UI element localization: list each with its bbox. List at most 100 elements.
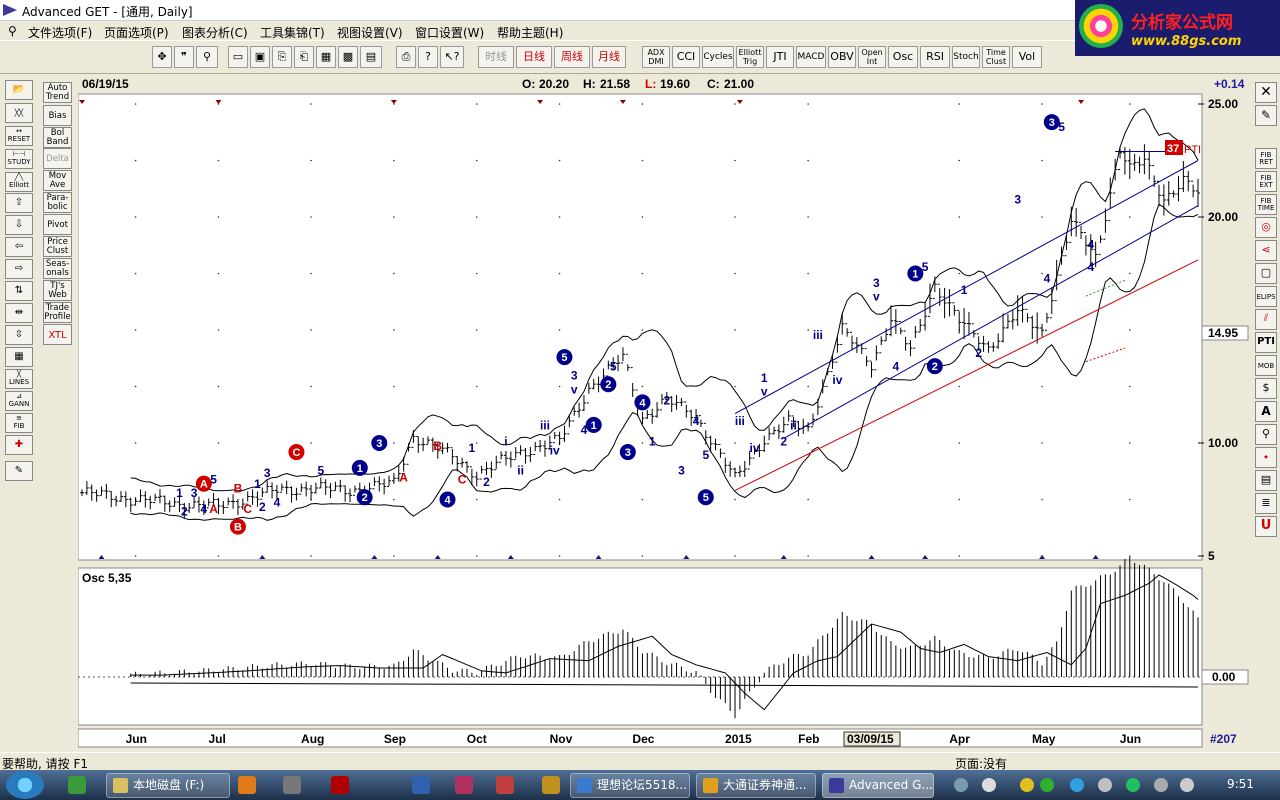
pin-icon[interactable]: ⚲ (8, 24, 17, 38)
elliott-button[interactable]: ╱╲ Elliott (5, 172, 33, 192)
tool-bias[interactable]: Bias (43, 105, 72, 126)
page-icon[interactable]: ▤ (1255, 470, 1277, 491)
network-icon[interactable] (1154, 778, 1168, 792)
save-icon[interactable]: ▣ (250, 46, 270, 68)
task-securities[interactable]: 大通证券神通... (696, 773, 816, 798)
channel-icon[interactable]: ⫽ (1255, 309, 1277, 330)
period-weekly-button[interactable]: 周线 (554, 46, 590, 68)
task-local-disk[interactable]: 本地磁盘 (F:) (106, 773, 230, 798)
tray-icon-6[interactable] (1098, 778, 1112, 792)
menu-help[interactable]: 帮助主题(H) (497, 24, 563, 41)
crosshair-icon[interactable]: ✚ (5, 435, 33, 455)
arrow-left-icon[interactable]: ⇦ (5, 237, 33, 257)
task-forum[interactable]: 理想论坛5518... (570, 773, 690, 798)
list-icon[interactable]: ≣ (1255, 493, 1277, 514)
start-button[interactable] (6, 771, 44, 799)
pti-button[interactable]: PTI (1255, 332, 1277, 353)
cursor-icon[interactable]: ✥ (152, 46, 172, 68)
tool-price-clust[interactable]: Price Clust (43, 236, 72, 257)
volume-icon[interactable] (1180, 778, 1194, 792)
open-int-button[interactable]: Open Int (858, 46, 886, 68)
vol-button[interactable]: Vol (1012, 46, 1042, 68)
zoom-icon[interactable]: ⚲ (196, 46, 218, 68)
reset-button[interactable]: ↔ RESET (5, 126, 33, 146)
tray-icon-2[interactable] (982, 778, 996, 792)
tool-auto-trend[interactable]: Auto Trend (43, 82, 72, 103)
arrow-right-icon[interactable]: ⇨ (5, 259, 33, 279)
task-advanced-get[interactable]: Advanced G... (822, 773, 934, 798)
tool-delta[interactable]: Delta (43, 148, 72, 169)
tile-icon[interactable]: ▤ (360, 46, 382, 68)
notepad-icon[interactable]: ✎ (5, 461, 33, 481)
fib-circle-icon[interactable]: ◎ (1255, 217, 1277, 238)
tray-icon-4[interactable] (1040, 778, 1054, 792)
menu-view[interactable]: 视图设置(V) (337, 24, 403, 41)
fib-time-button[interactable]: FIB TIME (1255, 194, 1277, 215)
period-intraday-button[interactable]: 时线 (478, 46, 514, 68)
open-folder-icon[interactable]: 📂 (5, 80, 33, 100)
ellipse-button[interactable]: ELIPS (1255, 286, 1277, 307)
fib-ext-button[interactable]: FIB EXT (1255, 171, 1277, 192)
paste-icon[interactable]: ⎗ (294, 46, 314, 68)
tray-icon-3[interactable] (1020, 778, 1034, 792)
tool-pivot[interactable]: Pivot (43, 214, 72, 235)
tool-icon-2[interactable] (496, 776, 514, 794)
fib-button[interactable]: ≡ FIB (5, 413, 33, 433)
tool-mov-ave[interactable]: Mov Ave (43, 170, 72, 191)
osc-button[interactable]: Osc (888, 46, 918, 68)
obv-button[interactable]: OBV (828, 46, 856, 68)
copy-icon[interactable]: ⎘ (272, 46, 292, 68)
cycles-button[interactable]: Cycles (702, 46, 734, 68)
arrow-up-icon[interactable]: ⇧ (5, 193, 33, 213)
fan-icon[interactable]: ⋖ (1255, 240, 1277, 261)
desktop-icon[interactable] (283, 776, 301, 794)
paint-icon[interactable]: ⬩ (1255, 447, 1277, 468)
help-icon[interactable]: ? (418, 46, 438, 68)
stoch-button[interactable]: Stoch (952, 46, 980, 68)
pencil-icon[interactable]: ✎ (1255, 105, 1277, 126)
study-button[interactable]: ⊢⊣ STUDY (5, 149, 33, 169)
tool-trade-profile[interactable]: Trade Profile (43, 302, 72, 323)
layout-icon[interactable]: ▦ (316, 46, 336, 68)
print-icon[interactable]: ⎙ (396, 46, 416, 68)
chart-svg[interactable]: 06/19/15 O: 20.20 H: 21.58 L: 19.60 C: 2… (77, 76, 1250, 750)
tray-icon-5[interactable] (1070, 778, 1084, 792)
menu-tools[interactable]: 工具集锦(T) (260, 24, 325, 41)
time-clust-button[interactable]: Time Clust (982, 46, 1010, 68)
scale-icon[interactable]: ⇳ (5, 325, 33, 345)
menu-window[interactable]: 窗口设置(W) (415, 24, 484, 41)
close-chart-icon[interactable]: ✕ (1255, 82, 1277, 103)
chrome-icon[interactable] (412, 776, 430, 794)
oscillator-pane[interactable] (77, 567, 1203, 726)
grid-icon[interactable]: ▩ (338, 46, 358, 68)
media-player-icon[interactable] (238, 776, 256, 794)
rsi-button[interactable]: RSI (920, 46, 950, 68)
gann-button[interactable]: ⊿ GANN (5, 391, 33, 411)
dollar-icon[interactable]: $ (1255, 378, 1277, 399)
period-monthly-button[interactable]: 月线 (592, 46, 626, 68)
browser-icon[interactable] (68, 776, 86, 794)
macd-button[interactable]: MACD (796, 46, 826, 68)
menu-chart-analysis[interactable]: 图表分析(C) (182, 24, 248, 41)
jti-button[interactable]: JTI (766, 46, 794, 68)
cci-button[interactable]: CCI (672, 46, 700, 68)
arrow-down-icon[interactable]: ⇩ (5, 215, 33, 235)
period-daily-button[interactable]: 日线 (516, 46, 552, 68)
tool-xtl[interactable]: XTL (43, 324, 72, 345)
lines-button[interactable]: ╳ LINES (5, 369, 33, 389)
tool-bol-band[interactable]: Bol Band (43, 127, 72, 148)
fib-ret-button[interactable]: FIB RET (1255, 148, 1277, 169)
music-icon[interactable] (331, 776, 349, 794)
adx-dmi-button[interactable]: ADX DMI (642, 46, 670, 68)
tool-seasonals[interactable]: Seas-onals (43, 258, 72, 279)
undo-icon[interactable]: U (1255, 516, 1277, 537)
box-icon[interactable]: ▢ (1255, 263, 1277, 284)
tray-icon-7[interactable] (1126, 778, 1140, 792)
mob-button[interactable]: MOB (1255, 355, 1277, 376)
new-page-icon[interactable]: ▭ (228, 46, 248, 68)
grid-toggle-icon[interactable]: ▦ (5, 347, 33, 367)
tool-icon-3[interactable] (542, 776, 560, 794)
tray-icon-1[interactable] (954, 778, 968, 792)
text-tool-icon[interactable]: A (1255, 401, 1277, 422)
tool-icon-1[interactable] (455, 776, 473, 794)
